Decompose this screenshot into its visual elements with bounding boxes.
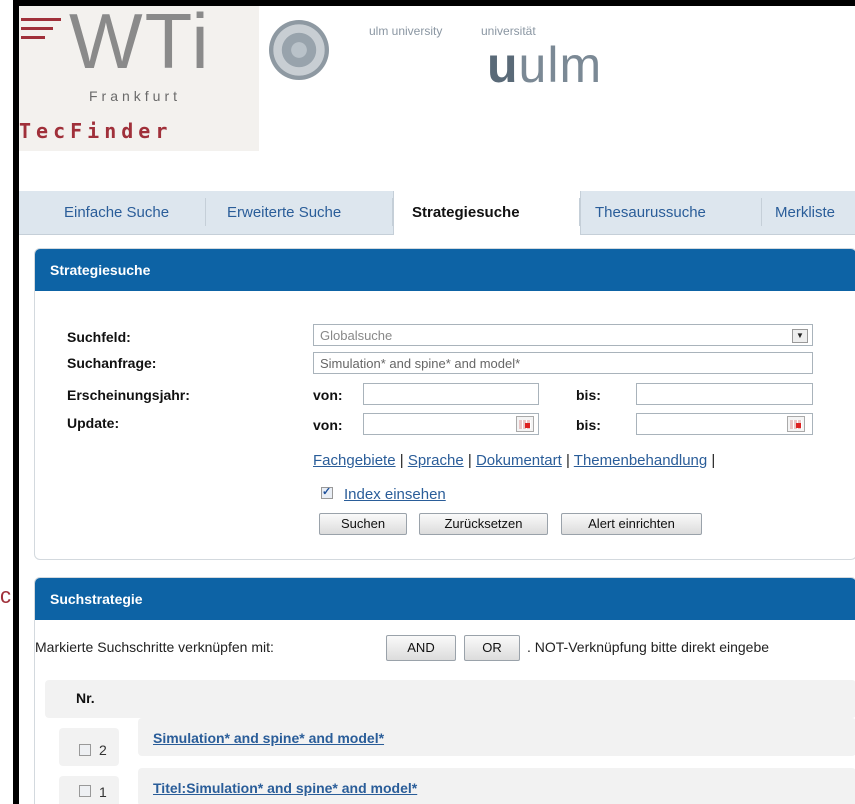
and-button[interactable]: AND bbox=[386, 635, 456, 661]
link-separator: | bbox=[467, 452, 472, 469]
page-content: WTi Frankfurt TecFinder ulm university u… bbox=[19, 6, 855, 804]
strategy-search-title: Strategiesuche bbox=[35, 249, 855, 291]
uulm-logo-prefix: u bbox=[487, 37, 519, 93]
update-label: Update: bbox=[67, 415, 120, 431]
strategy-search-panel: Strategiesuche Suchfeld: Globalsuche ▼ S… bbox=[34, 248, 855, 560]
wti-logo[interactable]: WTi Frankfurt TecFinder bbox=[19, 6, 259, 151]
row-checkbox[interactable] bbox=[79, 785, 91, 797]
row-checkbox[interactable] bbox=[79, 744, 91, 756]
row-number: 2 bbox=[99, 742, 107, 758]
tab-separator bbox=[761, 198, 762, 226]
row-query-link[interactable]: Titel:Simulation* and spine* and model* bbox=[153, 780, 417, 796]
tab-einfache-suche[interactable]: Einfache Suche bbox=[64, 204, 169, 221]
index-checkbox[interactable] bbox=[321, 485, 333, 499]
search-strategy-title: Suchstrategie bbox=[35, 578, 855, 620]
link-dokumentart[interactable]: Dokumentart bbox=[476, 452, 562, 469]
year-from-label: von: bbox=[313, 387, 343, 403]
link-separator: | bbox=[711, 452, 716, 469]
combine-text: Markierte Suchschritte verknüpfen mit: bbox=[35, 639, 274, 655]
filter-links: Fachgebiete | Sprache | Dokumentart | Th… bbox=[313, 452, 715, 469]
alert-button[interactable]: Alert einrichten bbox=[561, 513, 702, 535]
wti-logo-text: WTi bbox=[69, 6, 211, 85]
tab-separator bbox=[205, 198, 206, 226]
erscheinungsjahr-label: Erscheinungsjahr: bbox=[67, 387, 190, 403]
link-themenbehandlung[interactable]: Themenbehandlung bbox=[574, 452, 707, 469]
uulm-logo-rest: ulm bbox=[518, 37, 603, 93]
link-separator: | bbox=[565, 452, 570, 469]
index-einsehen-link[interactable]: Index einsehen bbox=[344, 486, 446, 503]
link-fachgebiete[interactable]: Fachgebiete bbox=[313, 452, 396, 469]
tab-separator bbox=[392, 198, 393, 226]
year-from-input[interactable] bbox=[363, 383, 539, 405]
link-sprache[interactable]: Sprache bbox=[408, 452, 464, 469]
update-to-label: bis: bbox=[576, 417, 601, 433]
tab-merkliste[interactable]: Merkliste bbox=[775, 204, 835, 221]
app-name: TecFinder bbox=[19, 119, 173, 143]
suchfeld-select[interactable]: Globalsuche ▼ bbox=[313, 324, 813, 346]
tab-erweiterte-suche[interactable]: Erweiterte Suche bbox=[227, 204, 341, 221]
tab-thesaurussuche[interactable]: Thesaurussuche bbox=[595, 204, 706, 221]
calendar-icon[interactable] bbox=[516, 416, 534, 432]
update-from-label: von: bbox=[313, 417, 343, 433]
row-query-link[interactable]: Simulation* and spine* and model* bbox=[153, 730, 384, 746]
index-link-wrap: Index einsehen bbox=[344, 486, 446, 503]
search-button[interactable]: Suchen bbox=[319, 513, 407, 535]
nr-column-header: Nr. bbox=[76, 690, 95, 706]
reset-button[interactable]: Zurücksetzen bbox=[419, 513, 548, 535]
search-strategy-panel: Suchstrategie Markierte Suchschritte ver… bbox=[34, 577, 855, 804]
year-to-label: bis: bbox=[576, 387, 601, 403]
chevron-down-icon[interactable]: ▼ bbox=[792, 329, 808, 343]
wti-bars-icon bbox=[21, 18, 61, 45]
tab-separator bbox=[579, 198, 580, 226]
suchfeld-value: Globalsuche bbox=[320, 328, 393, 343]
table-header-row: Nr. bbox=[45, 680, 855, 718]
year-to-input[interactable] bbox=[636, 383, 813, 405]
page-header: WTi Frankfurt TecFinder ulm university u… bbox=[19, 6, 855, 191]
university-seal-icon bbox=[269, 20, 329, 80]
or-button[interactable]: OR bbox=[464, 635, 520, 661]
uulm-logo[interactable]: uulm bbox=[487, 36, 602, 94]
suchfeld-label: Suchfeld: bbox=[67, 329, 131, 345]
stray-glyph: c bbox=[0, 583, 11, 608]
calendar-icon[interactable] bbox=[787, 416, 805, 432]
suchanfrage-label: Suchanfrage: bbox=[67, 355, 157, 371]
ulm-university-label: ulm university bbox=[369, 24, 443, 38]
not-hint-text: . NOT-Verknüpfung bitte direkt eingebe bbox=[527, 639, 770, 655]
suchanfrage-input[interactable]: Simulation* and spine* and model* bbox=[313, 352, 813, 374]
link-separator: | bbox=[399, 452, 404, 469]
wti-logo-subtitle: Frankfurt bbox=[89, 88, 182, 104]
update-from-input[interactable] bbox=[363, 413, 539, 435]
tab-strategiesuche[interactable]: Strategiesuche bbox=[412, 204, 520, 221]
row-number: 1 bbox=[99, 784, 107, 800]
